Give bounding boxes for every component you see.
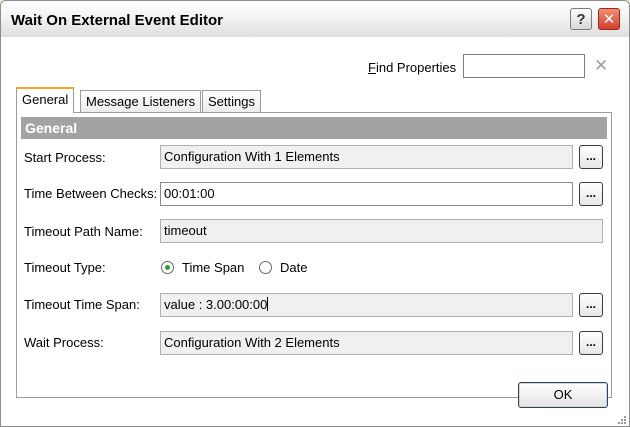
start-process-label: Start Process: (24, 150, 106, 165)
time-span-radio-label[interactable]: Time Span (182, 260, 244, 275)
find-properties-input[interactable] (463, 54, 585, 78)
editor-window: Wait On External Event Editor ? ✕ Find P… (0, 0, 630, 427)
window-title: Wait On External Event Editor (11, 12, 223, 29)
start-process-browse-button[interactable]: ... (579, 145, 603, 169)
wait-process-field[interactable]: Configuration With 2 Elements (160, 331, 573, 355)
timeout-path-name-label: Timeout Path Name: (24, 224, 143, 239)
clear-search-icon[interactable]: ✕ (594, 56, 608, 76)
time-between-checks-input[interactable]: 00:01:00 (160, 182, 573, 206)
wait-process-label: Wait Process: (24, 335, 104, 350)
timeout-time-span-browse-button[interactable]: ... (579, 293, 603, 317)
tab-message-listeners[interactable]: Message Listeners (80, 90, 202, 112)
tab-settings-label: Settings (208, 94, 255, 109)
time-between-checks-browse-button[interactable]: ... (579, 182, 603, 206)
timeout-type-label: Timeout Type: (24, 260, 106, 275)
timeout-time-span-label: Timeout Time Span: (24, 297, 140, 312)
dialog-body: Find Properties ✕ General Message Listen… (6, 37, 626, 424)
tab-general-label: General (22, 92, 69, 107)
help-icon: ? (576, 10, 586, 28)
close-icon: ✕ (602, 11, 616, 28)
find-properties-label: Find Properties (368, 60, 457, 75)
tab-general[interactable]: General (16, 87, 75, 113)
help-button[interactable]: ? (570, 8, 592, 30)
wait-process-browse-button[interactable]: ... (579, 331, 603, 355)
ok-button[interactable]: OK (518, 382, 608, 408)
tab-message-listeners-label: Message Listeners (86, 94, 196, 109)
tab-settings[interactable]: Settings (202, 90, 261, 112)
close-button[interactable]: ✕ (598, 8, 620, 30)
resize-grip-icon[interactable] (618, 416, 626, 424)
general-group-header: General (21, 117, 607, 139)
timeout-path-name-field[interactable]: timeout (160, 219, 603, 243)
start-process-field[interactable]: Configuration With 1 Elements (160, 145, 573, 169)
date-radio[interactable] (259, 261, 272, 274)
general-tab-panel: General Start Process: Configuration Wit… (16, 112, 612, 398)
title-bar[interactable]: Wait On External Event Editor ? ✕ (1, 1, 629, 37)
date-radio-label[interactable]: Date (280, 260, 307, 275)
timeout-time-span-value: value : 3.00:00:00 (164, 297, 268, 312)
timeout-time-span-field[interactable]: value : 3.00:00:00 (160, 293, 573, 317)
time-between-checks-label: Time Between Checks: (24, 186, 158, 201)
radio-selected-dot (165, 265, 170, 270)
text-caret (267, 297, 269, 311)
time-span-radio[interactable] (161, 261, 174, 274)
